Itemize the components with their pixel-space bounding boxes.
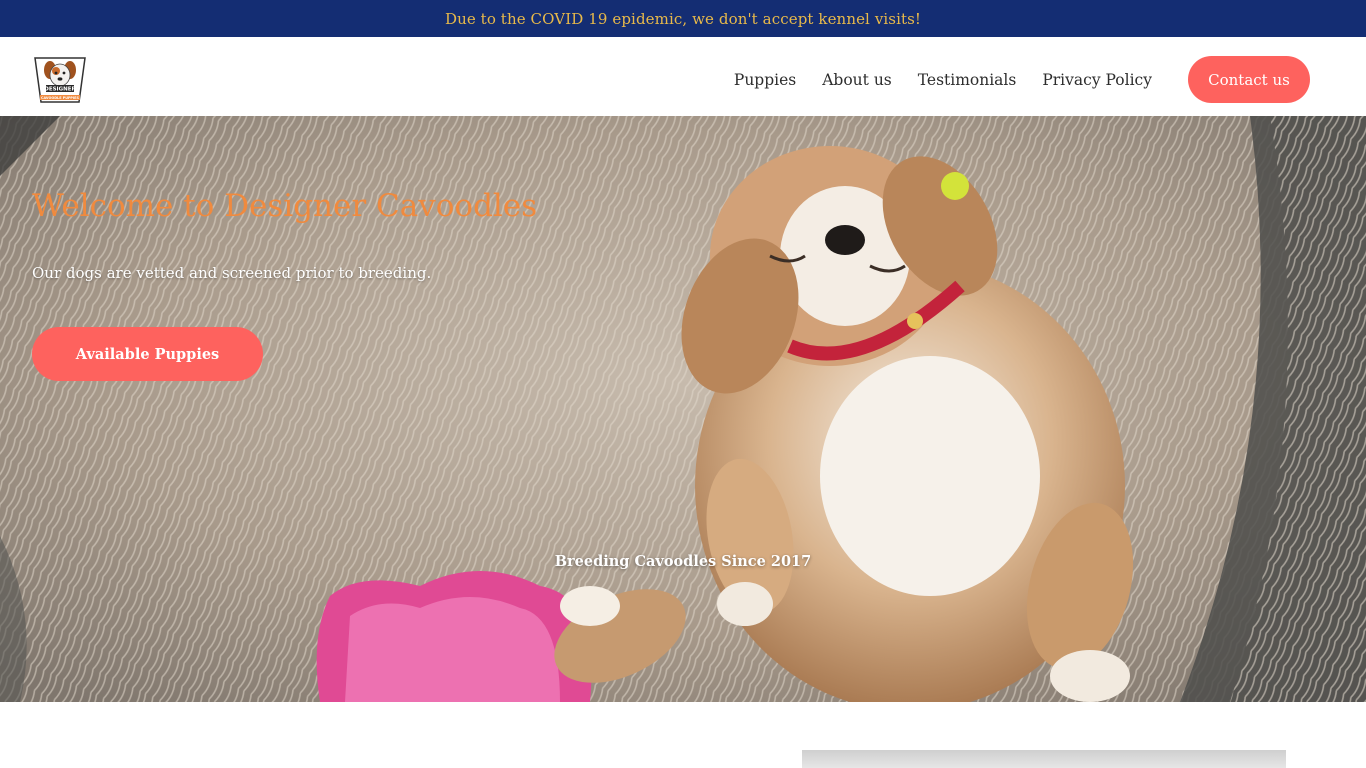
nav-item-privacy-policy[interactable]: Privacy Policy — [1042, 71, 1152, 89]
site-logo[interactable]: DESIGNER CAVOODLE PUPPIES — [32, 55, 88, 105]
section-image — [802, 750, 1286, 768]
hero-section: Welcome to Designer Cavoodles Our dogs a… — [0, 116, 1366, 702]
site-header: DESIGNER CAVOODLE PUPPIES Puppies About … — [0, 37, 1366, 116]
hero-tagline: Breeding Cavoodles Since 2017 — [554, 553, 812, 570]
contact-us-button[interactable]: Contact us — [1188, 56, 1310, 103]
nav-item-testimonials[interactable]: Testimonials — [918, 71, 1017, 89]
logo-subtext: CAVOODLE PUPPIES — [41, 96, 79, 100]
announcement-banner: Due to the COVID 19 epidemic, we don't a… — [0, 0, 1366, 37]
nav-item-puppies[interactable]: Puppies — [734, 71, 796, 89]
available-puppies-button[interactable]: Available Puppies — [32, 327, 263, 381]
logo-text: DESIGNER — [44, 87, 76, 93]
announcement-text: Due to the COVID 19 epidemic, we don't a… — [444, 9, 922, 28]
hero-title: Welcome to Designer Cavoodles — [32, 188, 538, 224]
dog-logo-icon: DESIGNER CAVOODLE PUPPIES — [34, 57, 86, 103]
nav-item-about-us[interactable]: About us — [822, 71, 892, 89]
hero-subtitle: Our dogs are vetted and screened prior t… — [32, 264, 432, 282]
main-nav: Puppies About us Testimonials Privacy Po… — [708, 56, 1310, 103]
content-section — [0, 702, 1366, 768]
